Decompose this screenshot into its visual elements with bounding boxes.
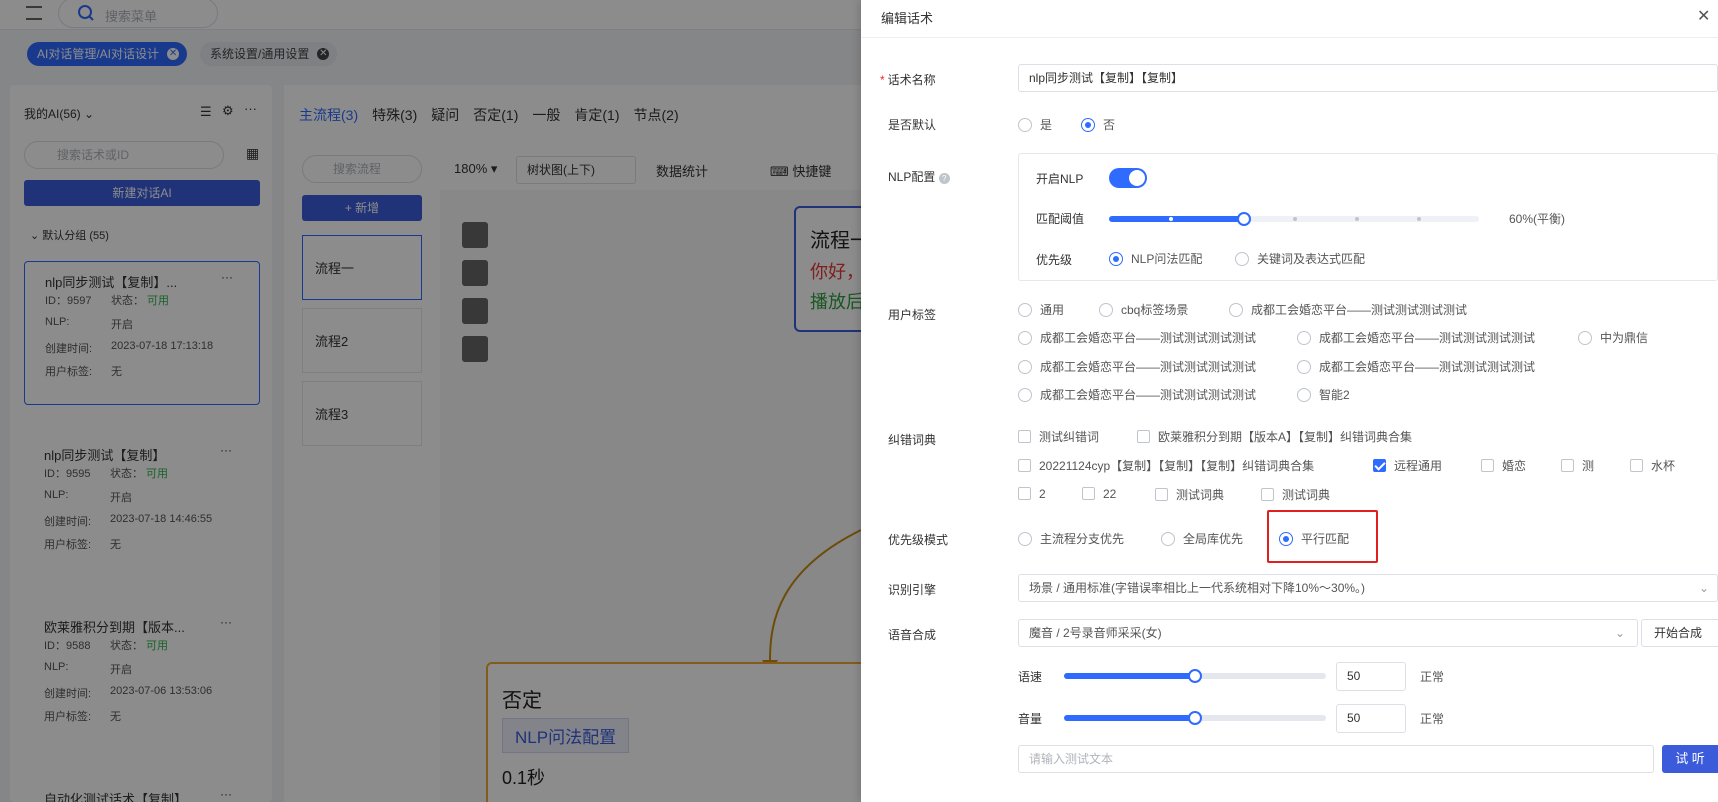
engine-label: 识别引擎 [888, 583, 937, 597]
user-tag-option[interactable]: 成都工会婚恋平台——测试测试测试测试 [1229, 301, 1467, 318]
slider-stop [1169, 217, 1173, 221]
tts-label: 语音合成 [888, 628, 937, 642]
threshold-thumb[interactable] [1237, 212, 1251, 226]
chevron-down-icon: ⌄ [1698, 581, 1709, 595]
speed-unit: 正常 [1420, 670, 1445, 684]
user-tag-option[interactable]: 成都工会婚恋平台——测试测试测试测试 [1297, 358, 1535, 375]
dict-checkbox[interactable]: 测试词典 [1155, 486, 1224, 503]
priority-radio-keyword[interactable]: 关键词及表达式匹配 [1235, 250, 1365, 267]
user-tag-label: 用户标签 [888, 308, 937, 322]
volume-label: 音量 [1018, 712, 1043, 726]
threshold-slider[interactable] [1109, 212, 1479, 226]
modal-overlay[interactable] [0, 0, 861, 802]
dict-checkbox[interactable]: 20221124cyp【复制】【复制】【复制】纠错词典合集 [1018, 457, 1314, 474]
speed-input[interactable]: 50 [1336, 662, 1406, 691]
close-icon[interactable]: ✕ [1697, 6, 1710, 26]
user-tag-option[interactable]: 成都工会婚恋平台——测试测试测试测试 [1018, 329, 1256, 346]
dict-checkbox[interactable]: 水杯 [1630, 457, 1675, 474]
chevron-down-icon: ⌄ [1614, 626, 1625, 640]
drawer-title: 编辑话术 [881, 11, 934, 26]
user-tag-option[interactable]: 通用 [1018, 301, 1064, 318]
dict-checkbox[interactable]: 远程通用 [1373, 457, 1442, 474]
nlp-config-box: 开启NLP 匹配阈值 60%(平衡) 优先级 NLP问法匹配 关键词及表达式匹配 [1018, 153, 1718, 281]
priority-label: 优先级 [1036, 253, 1073, 267]
name-label: * 话术名称 [880, 73, 936, 87]
volume-thumb[interactable] [1188, 711, 1202, 725]
threshold-fill [1109, 216, 1244, 222]
name-input[interactable]: nlp同步测试【复制】【复制】 [1018, 64, 1718, 92]
slider-stop [1417, 217, 1421, 221]
priority-mode-parallel[interactable]: 平行匹配 [1279, 530, 1349, 547]
volume-input[interactable]: 50 [1336, 704, 1406, 733]
volume-unit: 正常 [1420, 712, 1445, 726]
priority-mode-global[interactable]: 全局库优先 [1161, 530, 1243, 547]
dict-checkbox[interactable]: 测试纠错词 [1018, 428, 1099, 445]
speed-thumb[interactable] [1188, 669, 1202, 683]
edit-script-drawer: 编辑话术 ✕ * 话术名称 nlp同步测试【复制】【复制】 是否默认 是 否 NL… [861, 0, 1718, 802]
dict-checkbox[interactable]: 婚恋 [1481, 457, 1526, 474]
user-tag-option[interactable]: 中为鼎信 [1578, 329, 1648, 346]
tts-value: 魔音 / 2号录音师采采(女) [1029, 626, 1162, 640]
speed-fill [1064, 673, 1195, 679]
dict-checkbox[interactable]: 2 [1018, 486, 1046, 501]
volume-fill [1064, 715, 1195, 721]
synthesize-button[interactable]: 开始合成 [1641, 619, 1718, 647]
dict-checkbox[interactable]: 测 [1561, 457, 1594, 474]
default-radio-no[interactable]: 否 [1081, 116, 1115, 133]
engine-value: 场景 / 通用标准(字错误率相比上一代系统相对下降10%～30%。) [1029, 581, 1366, 595]
volume-slider[interactable] [1064, 711, 1326, 725]
user-tag-option[interactable]: 成都工会婚恋平台——测试测试测试测试 [1018, 386, 1256, 403]
default-label: 是否默认 [888, 118, 937, 132]
user-tag-option[interactable]: 成都工会婚恋平台——测试测试测试测试 [1297, 329, 1535, 346]
nlp-enable-label: 开启NLP [1036, 172, 1084, 186]
drawer-header: 编辑话术 ✕ [861, 0, 1718, 38]
speed-slider[interactable] [1064, 669, 1326, 683]
help-icon[interactable]: ? [938, 173, 950, 184]
user-tag-option[interactable]: cbq标签场景 [1099, 301, 1188, 318]
listen-button[interactable]: 试 听 [1662, 745, 1718, 773]
tts-select[interactable]: 魔音 / 2号录音师采采(女) ⌄ [1018, 619, 1638, 647]
priority-mode-main[interactable]: 主流程分支优先 [1018, 530, 1124, 547]
speed-label: 语速 [1018, 670, 1043, 684]
threshold-value: 60%(平衡) [1509, 212, 1566, 226]
priority-mode-label: 优先级模式 [888, 533, 949, 547]
nlp-config-label: NLP配置 ? [888, 168, 950, 185]
user-tag-option[interactable]: 成都工会婚恋平台——测试测试测试测试 [1018, 358, 1256, 375]
default-radio-yes[interactable]: 是 [1018, 116, 1052, 133]
engine-select[interactable]: 场景 / 通用标准(字错误率相比上一代系统相对下降10%～30%。) ⌄ [1018, 574, 1718, 602]
slider-stop [1293, 217, 1297, 221]
nlp-toggle[interactable] [1109, 168, 1147, 188]
threshold-label: 匹配阈值 [1036, 212, 1085, 226]
dict-checkbox[interactable]: 欧莱雅积分到期【版本A】【复制】纠错词典合集 [1137, 428, 1412, 445]
priority-radio-nlp[interactable]: NLP问法匹配 [1109, 250, 1202, 267]
dict-label: 纠错词典 [888, 433, 937, 447]
slider-stop [1355, 217, 1359, 221]
test-text-input[interactable]: 请输入测试文本 [1018, 745, 1654, 773]
dict-checkbox[interactable]: 测试词典 [1261, 486, 1330, 503]
dict-checkbox[interactable]: 22 [1082, 486, 1116, 501]
user-tag-option[interactable]: 智能2 [1297, 386, 1350, 403]
